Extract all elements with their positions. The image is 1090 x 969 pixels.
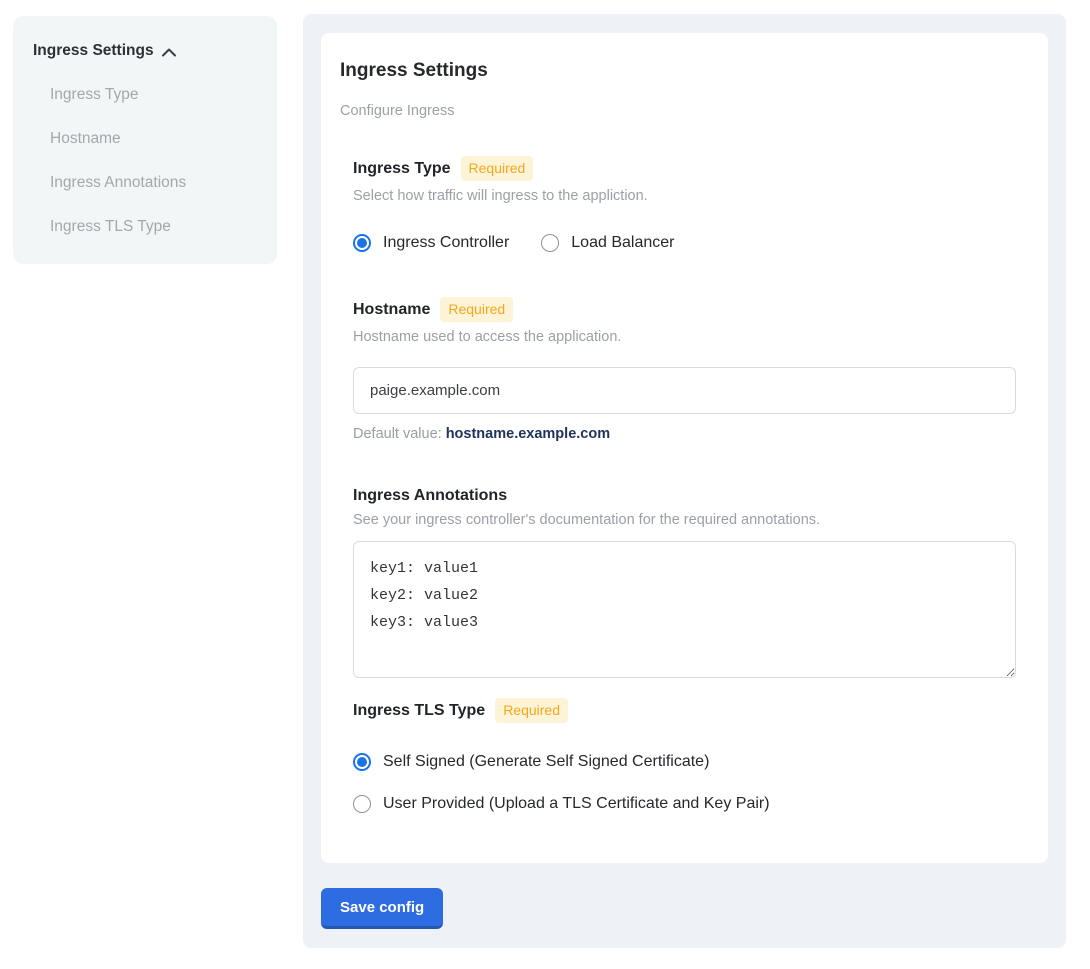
sidebar-item-hostname[interactable]: Hostname (50, 130, 257, 148)
required-badge: Required (495, 698, 568, 723)
ingress-settings-panel: Ingress Settings Configure Ingress Ingre… (303, 14, 1066, 948)
ingress-tls-radio-group: Self Signed (Generate Self Signed Certif… (353, 753, 1016, 813)
section-ingress-tls-type: Ingress TLS Type Required Self Signed (G… (353, 698, 1016, 813)
radio-ingress-controller[interactable]: Ingress Controller (353, 234, 509, 252)
radio-icon[interactable] (353, 753, 371, 771)
sidebar-item-ingress-tls-type[interactable]: Ingress TLS Type (50, 218, 257, 236)
hostname-help: Hostname used to access the application. (353, 329, 1016, 345)
save-config-button[interactable]: Save config (321, 888, 443, 929)
ingress-settings-card: Ingress Settings Configure Ingress Ingre… (321, 33, 1048, 863)
hostname-label: Hostname (353, 301, 430, 319)
default-value-prefix: Default value: (353, 426, 442, 442)
radio-icon[interactable] (353, 234, 371, 252)
ingress-tls-type-label: Ingress TLS Type (353, 702, 485, 720)
page: Ingress Settings Ingress Type Hostname I… (0, 0, 1090, 969)
ingress-annotations-textarea[interactable]: key1: value1 key2: value2 key3: value3 (353, 541, 1016, 678)
radio-icon[interactable] (353, 795, 371, 813)
sidebar-item-ingress-type[interactable]: Ingress Type (50, 86, 257, 104)
radio-user-provided[interactable]: User Provided (Upload a TLS Certificate … (353, 795, 1016, 813)
sidebar-group-label: Ingress Settings (33, 42, 154, 60)
settings-sidebar: Ingress Settings Ingress Type Hostname I… (13, 16, 277, 264)
sidebar-nav: Ingress Type Hostname Ingress Annotation… (33, 86, 257, 236)
required-badge: Required (440, 297, 513, 322)
section-ingress-type: Ingress Type Required Select how traffic… (353, 156, 1016, 252)
hostname-default-note: Default value: hostname.example.com (353, 426, 1016, 442)
page-subtitle: Configure Ingress (340, 103, 1016, 119)
ingress-type-label: Ingress Type (353, 160, 451, 178)
section-ingress-annotations: Ingress Annotations See your ingress con… (353, 487, 1016, 678)
required-badge: Required (461, 156, 534, 181)
ingress-annotations-label: Ingress Annotations (353, 487, 507, 505)
section-hostname: Hostname Required Hostname used to acces… (353, 297, 1016, 442)
page-title: Ingress Settings (340, 60, 1016, 82)
radio-icon[interactable] (541, 234, 559, 252)
radio-load-balancer[interactable]: Load Balancer (541, 234, 674, 252)
ingress-type-help: Select how traffic will ingress to the a… (353, 188, 1016, 204)
ingress-type-radio-group: Ingress Controller Load Balancer (353, 234, 1016, 252)
sidebar-group-ingress-settings[interactable]: Ingress Settings (33, 42, 257, 60)
default-value-text: hostname.example.com (446, 426, 610, 442)
ingress-annotations-help: See your ingress controller's documentat… (353, 512, 1016, 528)
radio-user-provided-label: User Provided (Upload a TLS Certificate … (383, 795, 770, 813)
hostname-input[interactable] (353, 367, 1016, 414)
form-sections: Ingress Type Required Select how traffic… (353, 156, 1016, 813)
sidebar-item-ingress-annotations[interactable]: Ingress Annotations (50, 174, 257, 192)
chevron-up-icon (162, 48, 176, 57)
radio-ingress-controller-label: Ingress Controller (383, 234, 509, 252)
radio-load-balancer-label: Load Balancer (571, 234, 674, 252)
radio-self-signed-label: Self Signed (Generate Self Signed Certif… (383, 753, 709, 771)
radio-self-signed[interactable]: Self Signed (Generate Self Signed Certif… (353, 753, 1016, 771)
